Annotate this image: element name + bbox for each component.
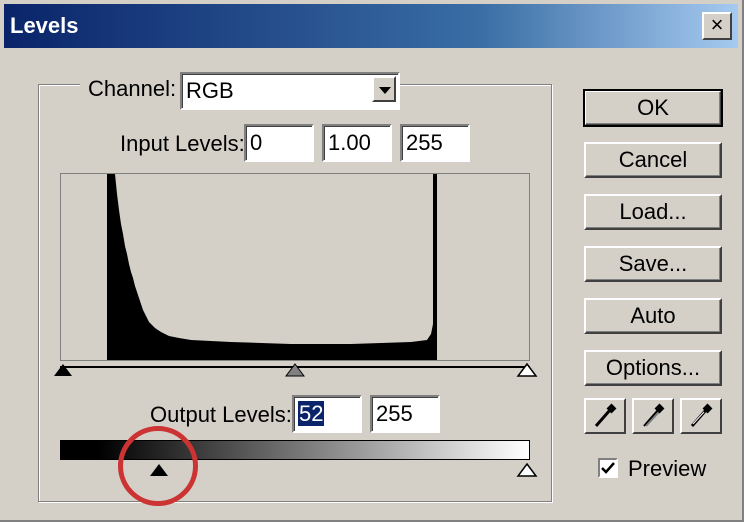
- input-white-slider[interactable]: [516, 362, 538, 378]
- preview-label: Preview: [628, 456, 707, 482]
- preview-checkbox[interactable]: [598, 458, 618, 478]
- input-black-slider[interactable]: [52, 362, 74, 378]
- input-gamma-slider[interactable]: [284, 362, 306, 378]
- input-levels-label: Input Levels:: [120, 131, 245, 157]
- eyedropper-white-icon[interactable]: [680, 398, 722, 434]
- chevron-down-icon[interactable]: [372, 76, 396, 102]
- checkmark-icon: [601, 462, 615, 474]
- eyedropper-black-icon[interactable]: [584, 398, 626, 434]
- auto-button[interactable]: Auto: [584, 298, 722, 334]
- histogram: [60, 173, 530, 361]
- annotation-circle: [118, 426, 198, 506]
- histogram-bars: [107, 174, 437, 360]
- channel-select[interactable]: RGB: [180, 72, 400, 110]
- output-black-value: 52: [298, 401, 325, 426]
- close-button[interactable]: ×: [702, 12, 732, 40]
- save-button[interactable]: Save...: [584, 246, 722, 282]
- ok-button[interactable]: OK: [583, 89, 723, 127]
- load-button[interactable]: Load...: [584, 194, 722, 230]
- input-black-field[interactable]: 0: [244, 124, 314, 162]
- histogram-graph: [107, 174, 437, 360]
- input-white-field[interactable]: 255: [400, 124, 470, 162]
- eyedropper-gray-icon[interactable]: [632, 398, 674, 434]
- window-title: Levels: [10, 13, 79, 38]
- channel-label: Channel:: [80, 76, 185, 102]
- input-gamma-field[interactable]: 1.00: [322, 124, 392, 162]
- output-white-slider[interactable]: [516, 462, 538, 478]
- cancel-button[interactable]: Cancel: [584, 142, 722, 178]
- options-button[interactable]: Options...: [584, 350, 722, 386]
- channel-value: RGB: [186, 78, 234, 103]
- title-bar: Levels ×: [4, 4, 738, 48]
- levels-dialog: Levels × Channel: RGB Input Levels: 0 1.…: [0, 0, 744, 522]
- output-black-field[interactable]: 52: [292, 395, 362, 433]
- output-white-field[interactable]: 255: [370, 395, 440, 433]
- output-levels-label: Output Levels:: [150, 402, 292, 428]
